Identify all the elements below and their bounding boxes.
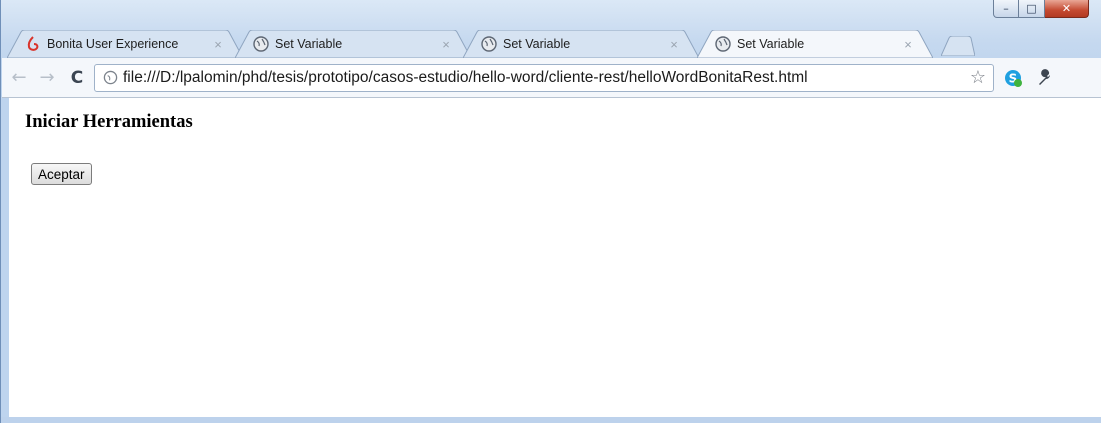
globe-icon [253,36,269,52]
tab-close-icon[interactable]: × [211,37,225,52]
page-icon [101,69,119,87]
page-heading: Iniciar Herramientas [25,112,193,132]
tab-title: Set Variable [503,37,571,51]
skype-extension-icon[interactable]: S [1000,65,1026,91]
address-bar[interactable]: file:///D:/lpalomin/phd/tesis/prototipo/… [94,63,994,92]
bonita-logo-icon [25,36,41,52]
bookmark-star-icon[interactable]: ☆ [967,67,989,88]
minimize-button[interactable]: – [993,0,1019,18]
browser-toolbar: ← → C file:///D:/lpalomin/phd/tesis/prot… [2,58,1101,98]
tab-title: Set Variable [737,37,805,51]
browser-window: – □ ✕ Bonita User Experience × Set Varia… [0,0,1101,423]
maximize-button[interactable]: □ [1019,0,1045,18]
forward-button[interactable]: → [36,66,58,90]
tab-set-variable-2[interactable]: Set Variable × [463,30,699,58]
back-button[interactable]: ← [8,66,30,90]
accept-button[interactable]: Aceptar [31,163,92,185]
window-bottom-border [1,417,1101,423]
tab-close-icon[interactable]: × [901,37,915,52]
close-window-button[interactable]: ✕ [1045,0,1089,18]
tab-title: Bonita User Experience [47,37,179,51]
page-viewport: Iniciar Herramientas Aceptar [9,98,1101,417]
tab-title: Set Variable [275,37,343,51]
globe-icon [481,36,497,52]
wrench-icon[interactable] [1032,65,1058,91]
tab-set-variable-active[interactable]: Set Variable × [697,30,933,58]
new-tab-button[interactable] [941,36,975,56]
url-text[interactable]: file:///D:/lpalomin/phd/tesis/prototipo/… [123,69,967,87]
window-controls: – □ ✕ [993,0,1089,20]
tab-close-icon[interactable]: × [439,37,453,52]
reload-button[interactable]: C [66,66,88,90]
globe-icon [715,36,731,52]
tab-strip: Bonita User Experience × Set Variable × … [7,22,1101,58]
tab-set-variable-1[interactable]: Set Variable × [235,30,471,58]
tab-bonita-user-experience[interactable]: Bonita User Experience × [7,30,243,58]
tab-close-icon[interactable]: × [667,37,681,52]
